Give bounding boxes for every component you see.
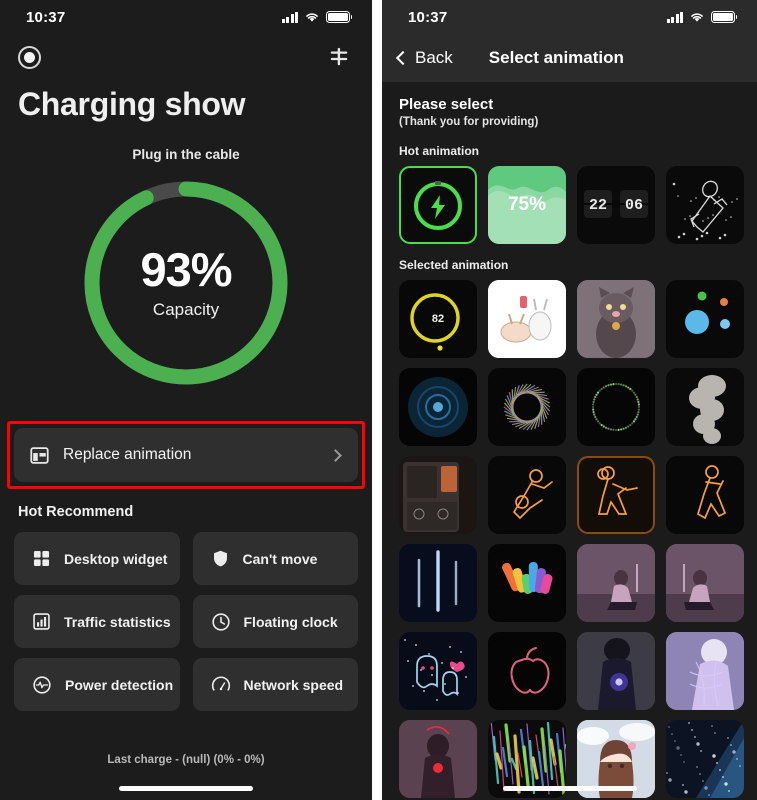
clock-icon [211, 612, 230, 631]
wifi-icon [306, 13, 318, 22]
navbar-title: Select animation [488, 48, 624, 67]
speedometer-icon [211, 676, 230, 691]
tile-label: Traffic statistics [64, 613, 171, 630]
thumb-text: 22 06 [588, 196, 643, 214]
tile-label: Floating clock [243, 613, 338, 630]
page-title: Charging show [18, 86, 246, 122]
power-pulse-icon [33, 675, 51, 694]
rainbow-apple-logo-thumb[interactable] [488, 544, 566, 622]
neon-basketball-player-thumb[interactable] [577, 456, 655, 534]
anime-girl-wire-thumb[interactable] [666, 632, 744, 710]
green-mountain-percent-thumb[interactable]: 75% [488, 166, 566, 244]
green-charging-ring-thumb[interactable] [399, 166, 477, 244]
status-icons [666, 11, 738, 23]
thanks-note: (Thank you for providing) [399, 116, 539, 128]
battery-icon [711, 11, 738, 23]
record-dot-icon[interactable] [18, 45, 41, 69]
hot-recommend-grid: Desktop widget Can't move Traffic statis… [14, 532, 358, 711]
planets-dots-thumb[interactable] [666, 280, 744, 358]
tile-label: Power detection [65, 676, 174, 693]
blue-light-beams-thumb[interactable] [399, 544, 477, 622]
shield-icon [213, 550, 227, 567]
tile-traffic-statistics[interactable]: Traffic statistics [14, 595, 180, 648]
tile-label: Desktop widget [64, 550, 168, 567]
status-time: 10:37 [408, 8, 448, 26]
home-indicator[interactable] [502, 786, 637, 791]
tile-network-speed[interactable]: Network speed [192, 658, 358, 711]
capacity-percent: 93% [140, 243, 232, 296]
tile-floating-clock[interactable]: Floating clock [192, 595, 358, 648]
left-top-bar [0, 34, 372, 80]
capacity-ring-center: 93% Capacity [0, 174, 372, 392]
red-silhouette-thumb[interactable] [399, 720, 477, 798]
wifi-icon [691, 13, 703, 22]
plug-in-hint: Plug in the cable [132, 147, 240, 162]
left-phone-screen: 10:37 Charging show Plug in the cable 93… [0, 0, 372, 800]
chevron-right-icon [329, 448, 342, 462]
selected-animation-grid: 82 [399, 280, 744, 798]
panel-separator [372, 0, 382, 800]
hot-animation-heading: Hot animation [399, 144, 479, 158]
last-charge-status: Last charge - (null) (0% - 0%) [107, 754, 265, 766]
status-time: 10:37 [26, 8, 66, 26]
purple-seated-girl-thumb[interactable] [577, 544, 655, 622]
blue-vinyl-circle-thumb[interactable] [399, 368, 477, 446]
right-status-bar: 10:37 [382, 0, 757, 34]
purple-seated-boy-thumb[interactable] [666, 544, 744, 622]
smoke-plume-thumb[interactable] [666, 368, 744, 446]
please-select-heading: Please select [399, 96, 494, 113]
capacity-caption: Capacity [152, 300, 220, 319]
flip-clock-thumb[interactable]: 22 06 [577, 166, 655, 244]
cellular-signal-icon [666, 11, 683, 23]
iridescent-donut-thumb[interactable] [488, 368, 566, 446]
thumb-text: 75% [507, 194, 547, 215]
rocket-line-art-thumb[interactable] [666, 166, 744, 244]
capacity-ring: 93% Capacity [0, 174, 372, 392]
hot-animation-grid: 75% 22 06 [399, 166, 744, 244]
neon-golf-player-thumb[interactable] [666, 456, 744, 534]
replace-animation-label: Replace animation [63, 446, 192, 463]
selected-animation-heading: Selected animation [399, 258, 509, 272]
iphone-teardown-battery-thumb[interactable] [399, 456, 477, 534]
outline-apple-logo-thumb[interactable] [488, 632, 566, 710]
grid-squares-icon [33, 550, 50, 567]
battery-icon [326, 11, 353, 23]
filter-sliders-icon[interactable] [328, 46, 350, 68]
select-animation-navbar: Back Select animation [382, 34, 757, 82]
tile-label: Network speed [243, 676, 344, 693]
starry-night-thumb[interactable] [666, 720, 744, 798]
two-phone-screenshots: 10:37 Charging show Plug in the cable 93… [0, 0, 757, 800]
chevron-left-icon [395, 50, 411, 66]
grey-cat-thumb[interactable] [577, 280, 655, 358]
back-button[interactable]: Back [395, 48, 453, 68]
yellow-ring-battery-thumb[interactable]: 82 [399, 280, 477, 358]
tile-power-detection[interactable]: Power detection [14, 658, 180, 711]
neon-ghost-couple-thumb[interactable] [399, 632, 477, 710]
tile-desktop-widget[interactable]: Desktop widget [14, 532, 180, 585]
back-label: Back [415, 48, 453, 67]
anime-boy-glow-thumb[interactable] [577, 632, 655, 710]
replace-animation-button[interactable]: Replace animation [14, 428, 358, 482]
left-status-bar: 10:37 [0, 0, 372, 34]
thumb-text: 82 [431, 313, 445, 325]
right-phone-screen: 10:37 Back Select animation Please selec… [382, 0, 757, 800]
status-icons [281, 11, 353, 23]
dotted-ring-thumb[interactable] [577, 368, 655, 446]
tile-label: Can't move [242, 550, 318, 567]
hot-recommend-heading: Hot Recommend [18, 504, 134, 520]
cartoon-bunnies-thumb[interactable] [488, 280, 566, 358]
select-animation-body: Please select (Thank you for providing) … [382, 82, 757, 798]
home-indicator[interactable] [119, 786, 253, 791]
neon-soccer-player-thumb[interactable] [488, 456, 566, 534]
tile-cant-move[interactable]: Can't move [192, 532, 358, 585]
cellular-signal-icon [281, 11, 298, 23]
bar-chart-icon [33, 613, 50, 630]
layout-panel-icon [30, 446, 49, 464]
